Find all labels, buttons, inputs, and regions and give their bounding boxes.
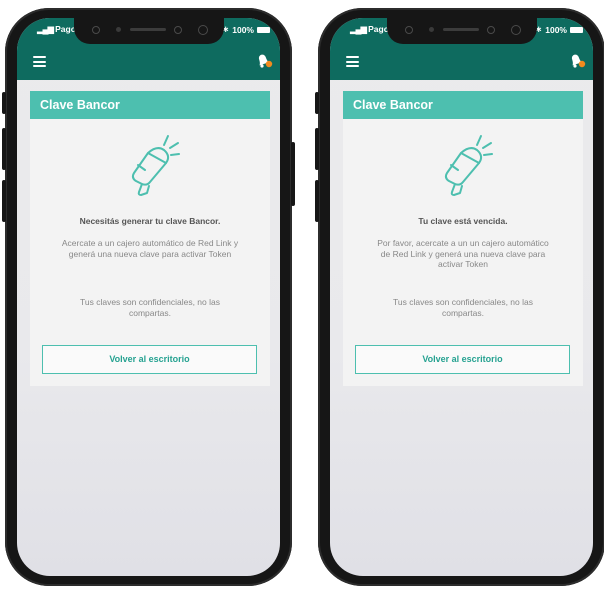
megaphone-icon bbox=[444, 135, 493, 196]
message-title: Necesitás generar tu clave Bancor. bbox=[79, 216, 221, 226]
message-title: Tu clave está vencida. bbox=[418, 216, 508, 226]
volume-up-button bbox=[315, 128, 319, 170]
message-body: Por favor, acercate a un un cajero autom… bbox=[377, 238, 549, 269]
notification-dot bbox=[578, 60, 586, 68]
hamburger-menu-icon[interactable] bbox=[346, 56, 359, 67]
confidential-note: Tus claves son confidenciales, no las co… bbox=[392, 297, 533, 318]
card-clave: Clave Bancor Tu clave está vencida. Por … bbox=[343, 91, 583, 386]
phone-mockup-left: ▂▄▆Pagos◠ ∗ 100% Clave Bancor bbox=[2, 8, 295, 586]
phone-mockup-right: ▂▄▆Pagos◠ ∗ 100% Clave Bancor bbox=[315, 8, 604, 586]
message-body: Acercate a un cajero automático de Red L… bbox=[61, 238, 239, 259]
hamburger-menu-icon[interactable] bbox=[33, 56, 46, 67]
phone-screen: ▂▄▆Pagos◠ ∗ 100% Clave Bancor bbox=[330, 18, 593, 576]
card-clave: Clave Bancor Necesitás generar tu clave … bbox=[30, 91, 270, 386]
phone-notch bbox=[74, 18, 224, 44]
app-bar: ▂▄▆Pagos◠ ∗ 100% bbox=[17, 18, 280, 80]
volume-down-button bbox=[315, 180, 319, 222]
battery-label: 100% bbox=[545, 24, 567, 35]
battery-label: 100% bbox=[232, 24, 254, 35]
volver-escritorio-button[interactable]: Volver al escritorio bbox=[355, 345, 570, 374]
mute-switch bbox=[2, 92, 6, 114]
mute-switch bbox=[315, 92, 319, 114]
signal-icon: ▂▄▆ bbox=[37, 24, 54, 34]
volume-up-button bbox=[2, 128, 6, 170]
card-header-title: Clave Bancor bbox=[343, 91, 583, 119]
phone-notch bbox=[387, 18, 537, 44]
volver-escritorio-button[interactable]: Volver al escritorio bbox=[42, 345, 257, 374]
volume-down-button bbox=[2, 180, 6, 222]
battery-icon bbox=[257, 26, 270, 33]
app-bar: ▂▄▆Pagos◠ ∗ 100% bbox=[330, 18, 593, 80]
card-header-title: Clave Bancor bbox=[30, 91, 270, 119]
notification-dot bbox=[265, 60, 273, 68]
phone-screen: ▂▄▆Pagos◠ ∗ 100% Clave Bancor bbox=[17, 18, 280, 576]
signal-icon: ▂▄▆ bbox=[350, 24, 367, 34]
battery-icon bbox=[570, 26, 583, 33]
confidential-note: Tus claves son confidenciales, no las co… bbox=[79, 297, 220, 318]
power-button bbox=[291, 142, 295, 206]
megaphone-icon bbox=[131, 135, 180, 196]
bell-icon[interactable] bbox=[254, 51, 274, 71]
bell-icon[interactable] bbox=[567, 51, 587, 71]
